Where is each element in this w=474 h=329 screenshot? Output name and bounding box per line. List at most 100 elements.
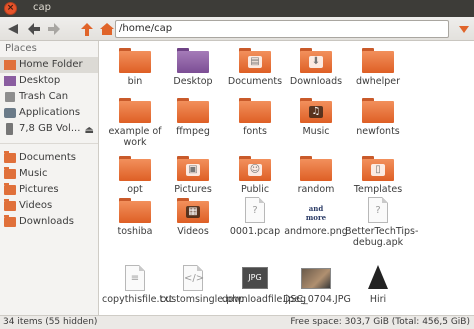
photo-thumbnail: [300, 265, 332, 291]
file-name: Videos: [177, 226, 209, 237]
sidebar-item-label: Videos: [19, 200, 53, 211]
trash-icon: [5, 92, 15, 102]
unknown-file-icon: ?: [239, 197, 271, 223]
file-item[interactable]: ▣ Pictures: [160, 155, 226, 195]
file-name: random: [297, 184, 335, 195]
file-name: fonts: [243, 126, 267, 137]
sidebar-item-videos[interactable]: Videos: [0, 198, 98, 214]
file-item[interactable]: ⬇ Downloads: [283, 47, 349, 87]
file-name: Documents: [227, 76, 283, 87]
window-title: cap: [33, 2, 51, 13]
film-icon: ▦: [186, 206, 200, 218]
file-item[interactable]: example of work: [102, 97, 168, 148]
back-button[interactable]: [26, 21, 42, 37]
folder-icon: ⬇: [300, 47, 332, 73]
file-name: ffmpeg: [176, 126, 210, 137]
file-item[interactable]: JPG downloadfile.jpeg: [222, 265, 306, 305]
file-item[interactable]: DSC_0704.JPG: [283, 265, 351, 305]
sidebar-item-desktop[interactable]: Desktop: [0, 73, 98, 89]
sidebar-item-trash[interactable]: Trash Can: [0, 89, 98, 105]
arrow-left-icon: [28, 23, 40, 35]
sidebar-item-applications[interactable]: Applications: [0, 105, 98, 121]
sidebar-item-label: Trash Can: [19, 91, 69, 102]
text-file-icon: ≡: [119, 265, 151, 291]
history-button[interactable]: [5, 21, 21, 37]
file-name: Desktop: [173, 76, 213, 87]
file-item[interactable]: bin: [102, 47, 168, 87]
file-item[interactable]: dwhelper: [345, 47, 411, 87]
file-name: Templates: [353, 184, 403, 195]
file-name: Hiri: [369, 294, 387, 305]
file-item[interactable]: ffmpeg: [160, 97, 226, 137]
sidebar-item-music[interactable]: Music: [0, 166, 98, 182]
jpg-file-icon: JPG: [239, 265, 271, 291]
home-folder-icon: [4, 60, 16, 70]
sidebar-item-documents[interactable]: Documents: [0, 150, 98, 166]
sidebar-item-pictures[interactable]: Pictures: [0, 182, 98, 198]
file-item[interactable]: ♫ Music: [283, 97, 349, 137]
file-item[interactable]: ? BetterTechTips-debug.apk: [345, 197, 419, 248]
file-name: opt: [127, 184, 143, 195]
file-item[interactable]: ? 0001.pcap: [222, 197, 288, 237]
folder-icon: [239, 97, 271, 123]
folder-icon: ▣: [177, 155, 209, 181]
arrow-right-icon: [48, 23, 60, 35]
status-bar: 34 items (55 hidden) Free space: 303,7 G…: [0, 315, 474, 329]
folder-icon: [119, 155, 151, 181]
file-name: copythisfile.txt: [102, 294, 173, 305]
title-bar: × cap: [0, 0, 474, 17]
arrow-up-icon: [81, 22, 93, 36]
sidebar-item-volume[interactable]: 7,8 GB Vol... ⏏: [0, 121, 98, 137]
public-icon: ☺: [248, 164, 262, 176]
folder-icon: [4, 151, 16, 163]
file-item[interactable]: ▯ Templates: [345, 155, 411, 195]
folder-icon: [119, 97, 151, 123]
file-item[interactable]: newfonts: [345, 97, 411, 137]
file-name: BetterTechTips-debug.apk: [345, 226, 419, 248]
eject-icon[interactable]: ⏏: [85, 123, 94, 139]
folder-icon: [4, 183, 16, 195]
file-item[interactable]: toshiba: [102, 197, 168, 237]
sidebar-item-home-folder[interactable]: Home Folder: [0, 57, 98, 73]
folder-icon: [177, 47, 209, 73]
file-item[interactable]: opt: [102, 155, 168, 195]
file-item[interactable]: ▦ Videos: [160, 197, 226, 237]
file-item[interactable]: random: [283, 155, 349, 195]
chevron-down-icon: [459, 26, 469, 33]
menu-button[interactable]: [456, 21, 472, 37]
file-item[interactable]: fonts: [222, 97, 288, 137]
file-item[interactable]: and more andmore.png: [283, 197, 349, 237]
sidebar-item-label: Documents: [19, 152, 77, 163]
file-name: newfonts: [356, 126, 400, 137]
close-window-button[interactable]: ×: [4, 2, 17, 15]
folder-icon: [4, 215, 16, 227]
file-name: andmore.png: [284, 226, 348, 237]
forward-button[interactable]: [46, 21, 62, 37]
folder-icon: ▯: [362, 155, 394, 181]
home-icon: [100, 23, 114, 35]
home-button[interactable]: [99, 21, 115, 37]
file-name: Downloads: [289, 76, 343, 87]
sidebar-item-label: Downloads: [19, 216, 74, 227]
file-item[interactable]: Desktop: [160, 47, 226, 87]
folder-icon: ☺: [239, 155, 271, 181]
up-button[interactable]: [79, 21, 95, 37]
sidebar-heading: Places: [5, 43, 37, 54]
folder-icon: [4, 199, 16, 211]
file-name: toshiba: [117, 226, 153, 237]
sidebar: Places Home Folder Desktop Trash Can App…: [0, 41, 99, 315]
sidebar-item-downloads[interactable]: Downloads: [0, 214, 98, 230]
templates-icon: ▯: [371, 164, 385, 176]
drive-icon: [6, 123, 13, 135]
sidebar-item-label: Music: [19, 168, 48, 179]
folder-icon: [177, 97, 209, 123]
toolbar: /home/cap: [0, 17, 474, 41]
file-name: bin: [127, 76, 143, 87]
location-bar[interactable]: /home/cap: [115, 20, 449, 38]
file-item[interactable]: ☺ Public: [222, 155, 288, 195]
file-item[interactable]: ▤ Documents: [222, 47, 288, 87]
file-item[interactable]: Hiri: [345, 265, 411, 305]
pictures-icon: ▣: [186, 164, 200, 176]
file-item[interactable]: ≡ copythisfile.txt: [102, 265, 173, 305]
file-item[interactable]: </> customsingle.php: [160, 265, 244, 305]
